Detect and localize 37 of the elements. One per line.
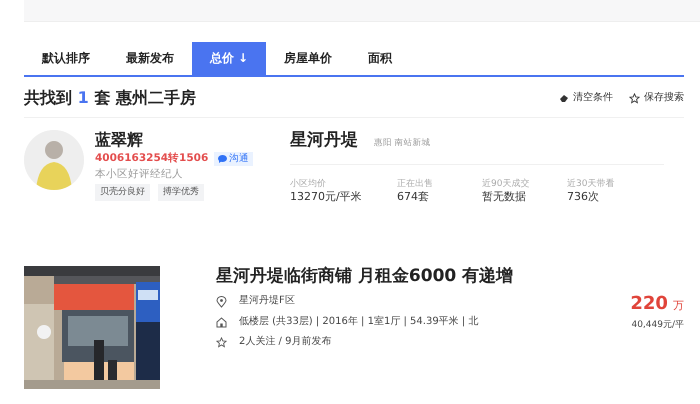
- community-name[interactable]: 星河丹堤: [290, 130, 358, 152]
- stat-value: 13270元/平米: [290, 190, 363, 204]
- sort-tab[interactable]: 最新发布: [108, 42, 192, 75]
- agent-title: 本小区好评经纪人: [95, 168, 184, 181]
- listing-detail: 星河丹堤F区: [239, 295, 295, 308]
- stat-label: 近90天成交: [482, 179, 530, 190]
- stat-value: 736次: [567, 190, 600, 204]
- stat-value: 暂无数据: [482, 190, 527, 204]
- house-icon: [216, 316, 227, 328]
- sort-tab[interactable]: 房屋单价: [266, 42, 350, 75]
- unit-price: 40,449元/平: [630, 320, 684, 331]
- listing-detail: 低楼层 (共33层) | 2016年 | 1室1厅 | 54.39平米 | 北: [239, 316, 478, 328]
- stat-label: 近30天带看: [567, 179, 616, 190]
- stat-label: 小区均价: [290, 179, 327, 190]
- chat-button[interactable]: 沟通: [214, 152, 253, 166]
- location-pin-icon: [216, 296, 227, 308]
- agent-name: 蓝翠辉: [95, 130, 144, 150]
- community-location: 惠阳 南站新城: [374, 138, 431, 149]
- agent-phone: 4006163254转1506: [95, 152, 208, 166]
- results-heading: 共找到 1 套 惠州二手房: [24, 88, 196, 108]
- star-icon: [216, 337, 227, 348]
- save-search-button[interactable]: 保存搜索: [629, 92, 684, 104]
- agent-tag: 搏学优秀: [158, 184, 204, 202]
- chat-icon: [218, 154, 227, 163]
- stat-value: 674套: [397, 190, 430, 204]
- total-price: 220: [630, 293, 668, 314]
- listing-title[interactable]: 星河丹堤临街商铺 月租金6000 有递增: [216, 266, 684, 288]
- price-unit: 万: [673, 299, 684, 312]
- listing-detail: 2人关注 / 9月前发布: [239, 336, 332, 349]
- star-icon: [629, 92, 640, 104]
- sort-tab[interactable]: 总价 ↓: [192, 42, 266, 75]
- sort-tab[interactable]: 默认排序: [24, 42, 108, 75]
- sort-tab[interactable]: 面积: [350, 42, 410, 75]
- eraser-icon: [559, 93, 569, 103]
- clear-filters-button[interactable]: 清空条件: [559, 92, 613, 104]
- stat-label: 正在出售: [397, 179, 434, 190]
- agent-tag: 贝壳分良好: [95, 184, 150, 202]
